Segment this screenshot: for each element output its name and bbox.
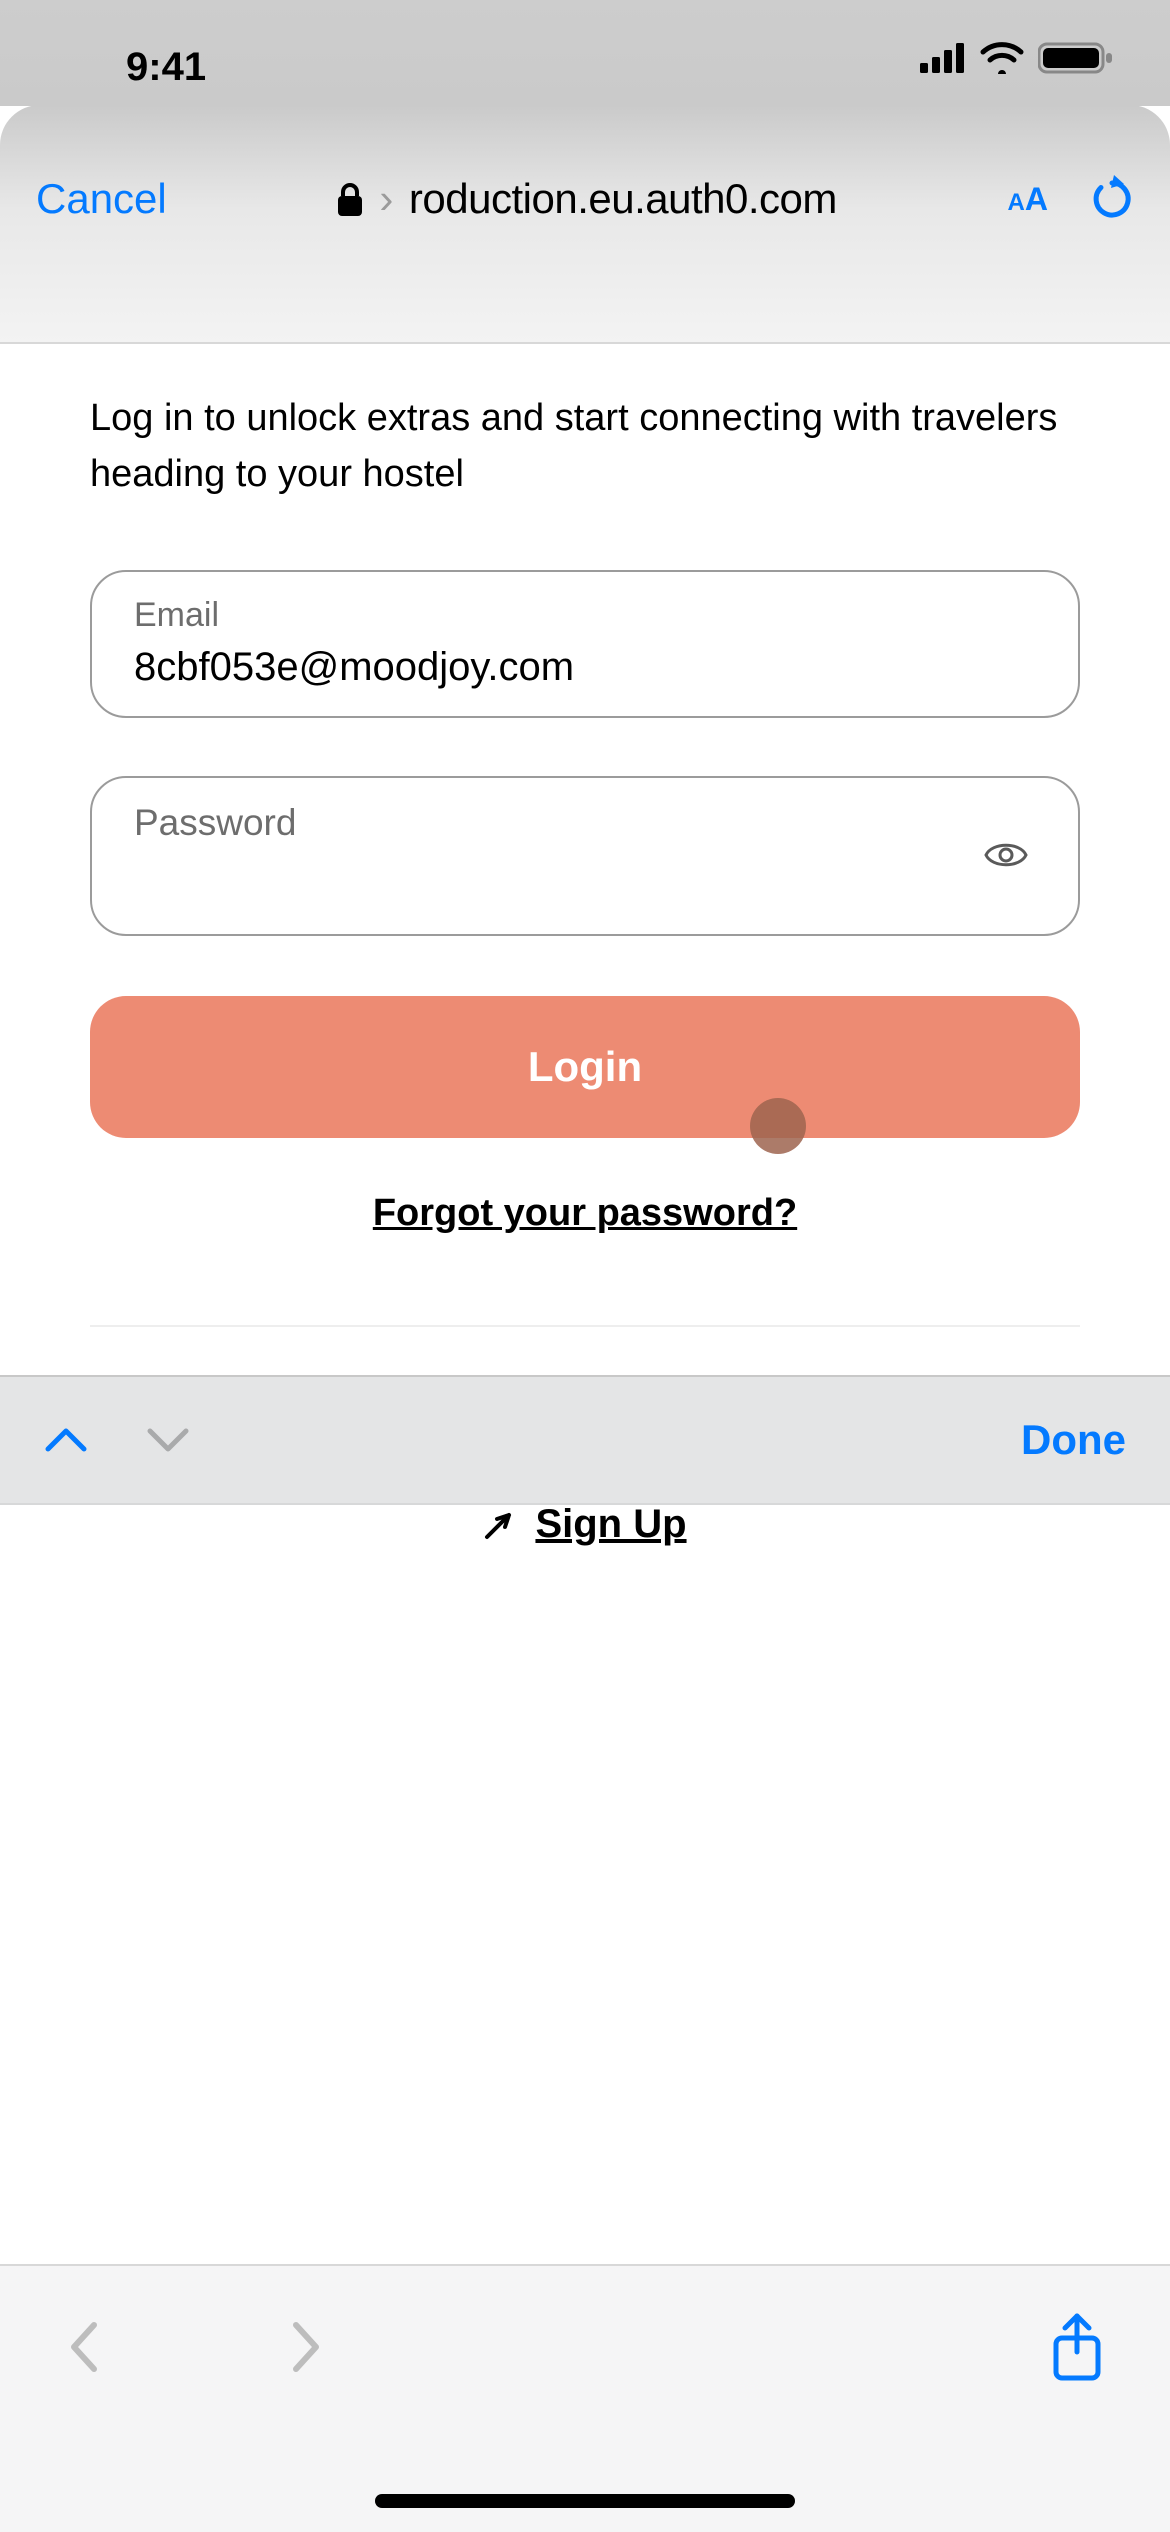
login-button-label: Login xyxy=(528,1043,642,1091)
touch-indicator xyxy=(750,1098,806,1154)
cellular-icon xyxy=(920,43,966,73)
address-bar[interactable]: › roduction.eu.auth0.com xyxy=(337,175,836,223)
text-size-button[interactable]: AA xyxy=(1008,181,1048,218)
email-value: 8cbf053e@moodjoy.com xyxy=(134,645,1036,690)
email-field[interactable]: Email 8cbf053e@moodjoy.com xyxy=(90,570,1080,718)
wifi-icon xyxy=(980,42,1024,74)
home-indicator xyxy=(375,2494,795,2508)
intro-text: Log in to unlock extras and start connec… xyxy=(90,390,1080,502)
page-content: Log in to unlock extras and start connec… xyxy=(0,344,1170,1327)
password-label: Password xyxy=(134,802,1036,844)
email-label: Email xyxy=(134,596,1036,635)
keyboard-accessory: Done xyxy=(0,1375,1170,1505)
status-time: 9:41 xyxy=(126,45,206,90)
share-button[interactable] xyxy=(1050,2312,1104,2382)
forgot-password-link[interactable]: Forgot your password? xyxy=(90,1192,1080,1235)
url-truncation-indicator: › xyxy=(379,175,393,223)
lock-icon xyxy=(337,182,363,216)
login-button[interactable]: Login xyxy=(90,996,1080,1138)
cancel-button[interactable]: Cancel xyxy=(36,175,167,223)
browser-toolbar xyxy=(0,2264,1170,2532)
keyboard-done-button[interactable]: Done xyxy=(1021,1416,1126,1464)
password-field[interactable]: Password xyxy=(90,776,1080,936)
forward-button[interactable] xyxy=(290,2319,324,2375)
reload-icon[interactable] xyxy=(1090,175,1134,223)
signup-icon xyxy=(483,1507,517,1541)
back-button[interactable] xyxy=(66,2319,100,2375)
eye-icon[interactable] xyxy=(984,840,1028,870)
next-field-button[interactable] xyxy=(146,1425,190,1455)
divider xyxy=(90,1325,1080,1327)
url-text: roduction.eu.auth0.com xyxy=(409,175,837,223)
signup-link[interactable]: Sign Up xyxy=(0,1502,1170,1547)
browser-chrome: Cancel › roduction.eu.auth0.com AA xyxy=(0,105,1170,344)
status-bar: 9:41 xyxy=(0,0,1170,106)
battery-icon xyxy=(1038,40,1114,76)
prev-field-button[interactable] xyxy=(44,1425,88,1455)
